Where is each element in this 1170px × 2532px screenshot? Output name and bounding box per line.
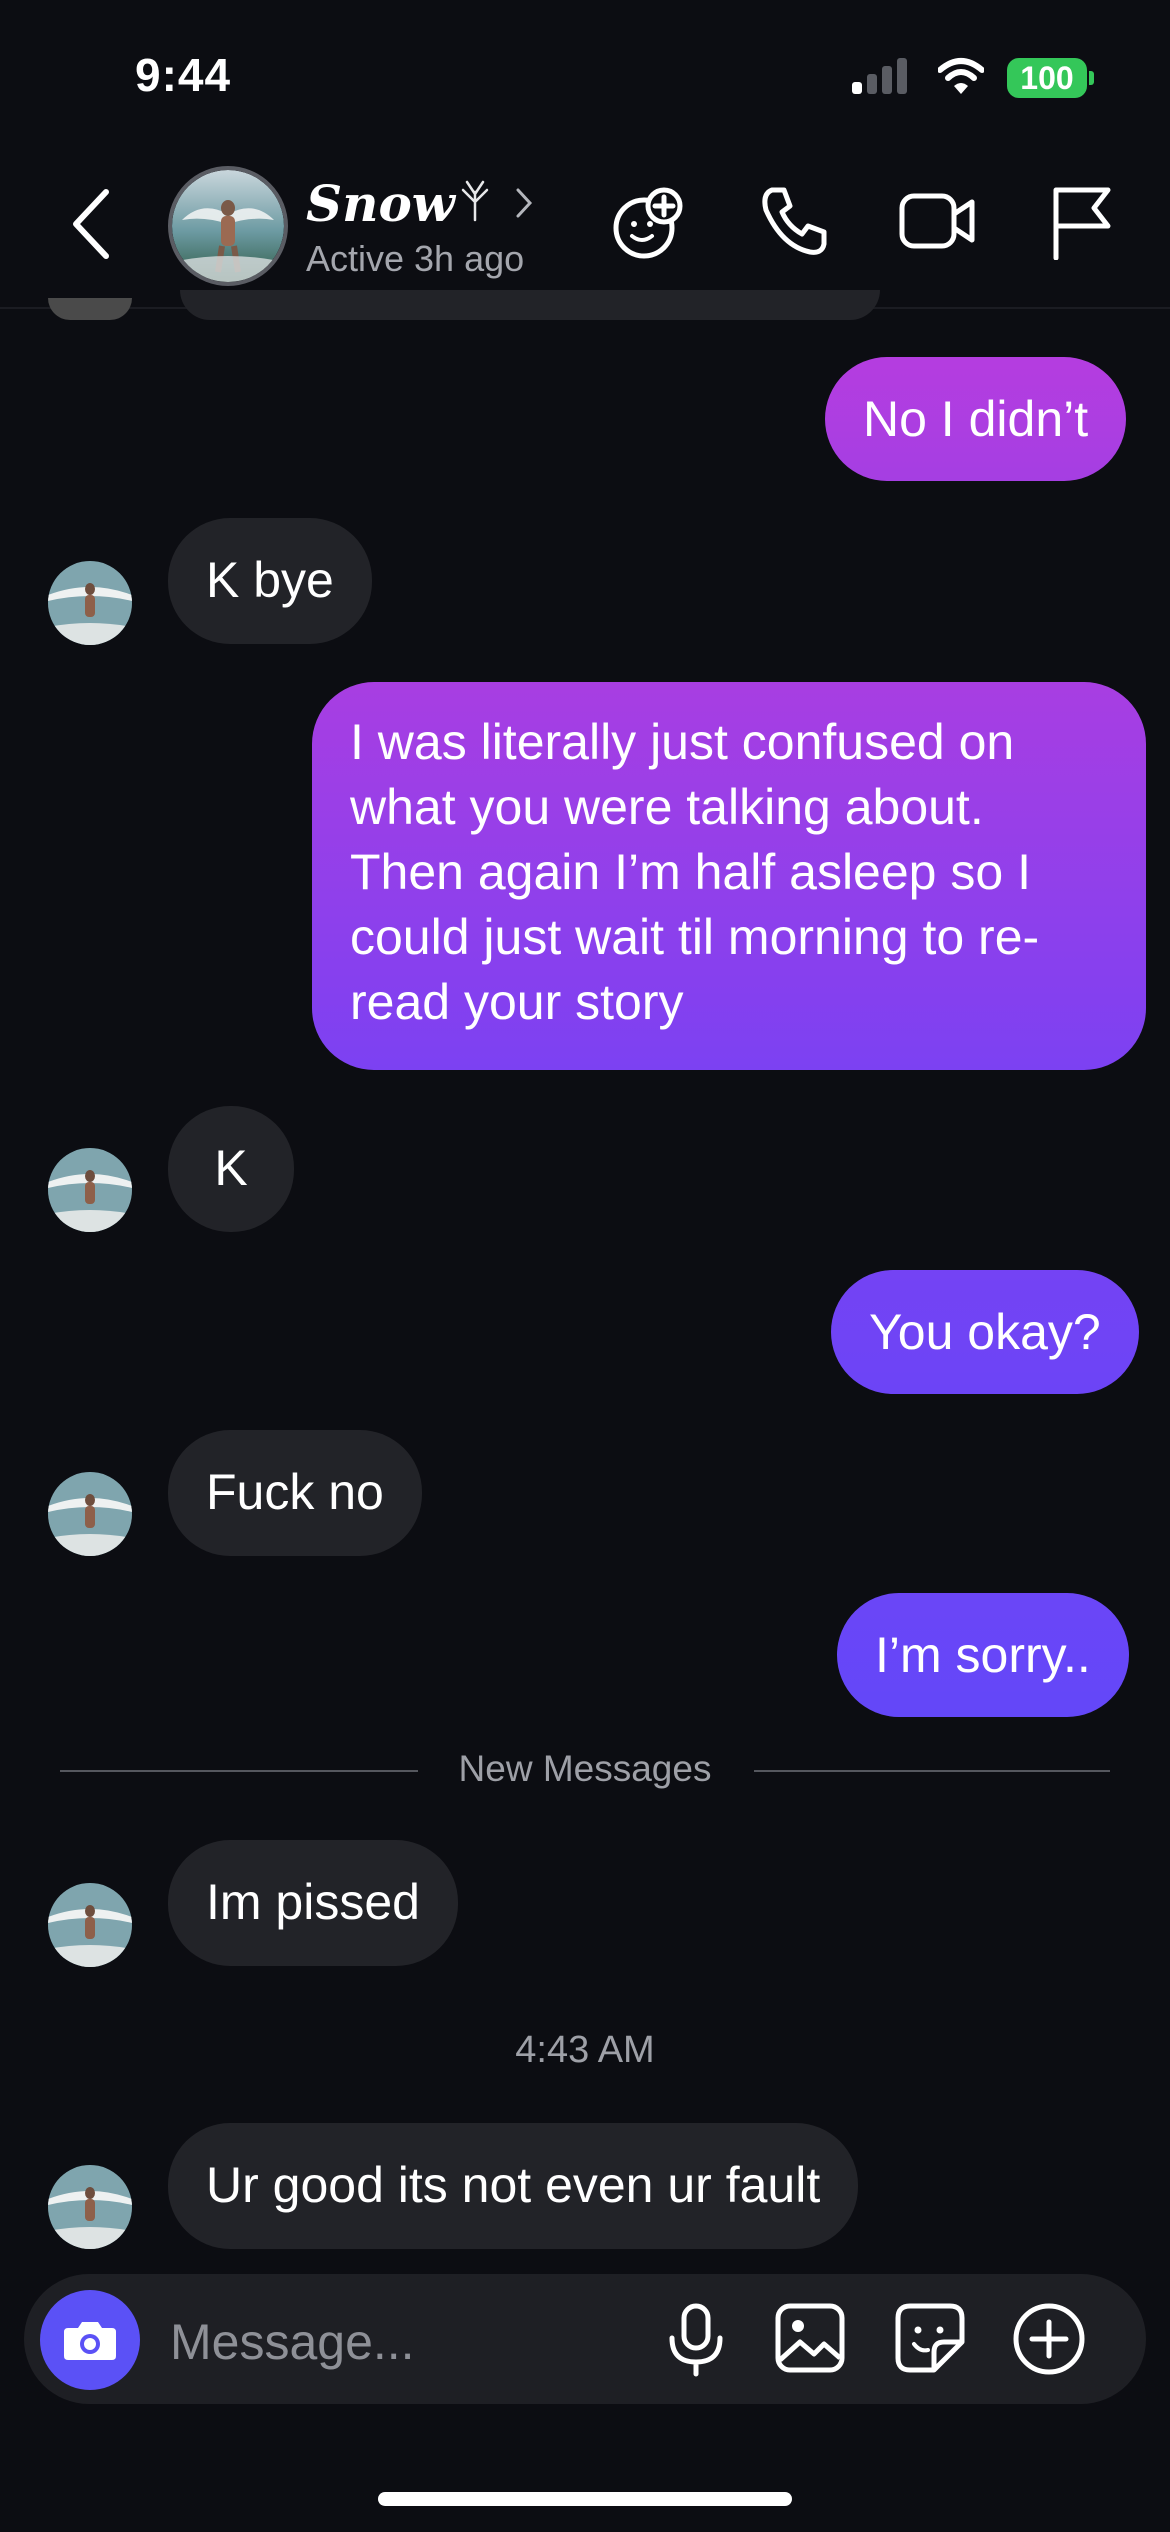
signal-icon — [852, 58, 912, 94]
message-bubble-outgoing[interactable]: I was literally just confused on what yo… — [312, 682, 1146, 1070]
contact-avatar[interactable] — [168, 166, 288, 286]
sender-avatar[interactable] — [48, 1472, 132, 1556]
message-bubble-incoming[interactable]: Fuck no — [168, 1430, 422, 1556]
new-messages-divider: New Messages — [458, 1748, 712, 1789]
sender-avatar[interactable] — [48, 1148, 132, 1232]
sparkle-tree-icon — [455, 178, 495, 227]
previous-avatar — [48, 298, 132, 320]
sender-avatar[interactable] — [48, 1883, 132, 1967]
message-line: what you were talking about. — [350, 779, 984, 835]
message-input[interactable] — [168, 2306, 632, 2378]
battery-tip — [1089, 71, 1094, 85]
chevron-right-icon[interactable] — [514, 186, 534, 225]
message-bubble-incoming[interactable]: Im pissed — [168, 1840, 458, 1966]
sticker-icon[interactable] — [894, 2302, 966, 2381]
message-bubble-incoming[interactable]: Ur good its not even ur fault — [168, 2123, 859, 2249]
divider-line-right — [754, 1770, 1110, 1772]
message-line: Then again I’m half asleep so I — [350, 844, 1031, 900]
message-line: read your story — [350, 974, 684, 1030]
camera-button[interactable] — [40, 2290, 140, 2390]
status-time: 9:44 — [135, 49, 232, 101]
flag-icon[interactable] — [1050, 184, 1114, 265]
message-line: could just wait til morning to re- — [350, 909, 1040, 965]
message-bubble-outgoing[interactable]: No I didn’t — [825, 357, 1127, 481]
phone-icon[interactable] — [758, 184, 830, 263]
message-bubble-outgoing[interactable]: You okay? — [831, 1270, 1139, 1394]
message-line: I was literally just confused on — [350, 714, 1015, 770]
home-indicator — [378, 2492, 792, 2506]
sender-avatar[interactable] — [48, 561, 132, 645]
message-bubble-incoming[interactable]: K — [168, 1106, 294, 1232]
sender-avatar[interactable] — [48, 2165, 132, 2249]
message-timestamp: 4:43 AM — [515, 2029, 655, 2071]
message-bubble-incoming[interactable]: K bye — [168, 518, 372, 644]
plus-icon[interactable] — [1012, 2302, 1086, 2381]
video-camera-icon[interactable] — [898, 184, 978, 261]
camera-icon — [64, 2322, 116, 2360]
effects-icon[interactable] — [610, 184, 688, 267]
message-bubble-outgoing[interactable]: I’m sorry.. — [837, 1593, 1129, 1717]
wifi-icon — [937, 56, 985, 101]
battery-level: 100 — [1007, 58, 1087, 98]
back-chevron-icon[interactable] — [68, 188, 112, 265]
contact-status: Active 3h ago — [306, 238, 525, 279]
microphone-icon[interactable] — [664, 2302, 728, 2383]
image-icon[interactable] — [774, 2302, 846, 2381]
contact-name[interactable]: Snow — [306, 174, 455, 233]
previous-message-bubble — [180, 290, 880, 320]
